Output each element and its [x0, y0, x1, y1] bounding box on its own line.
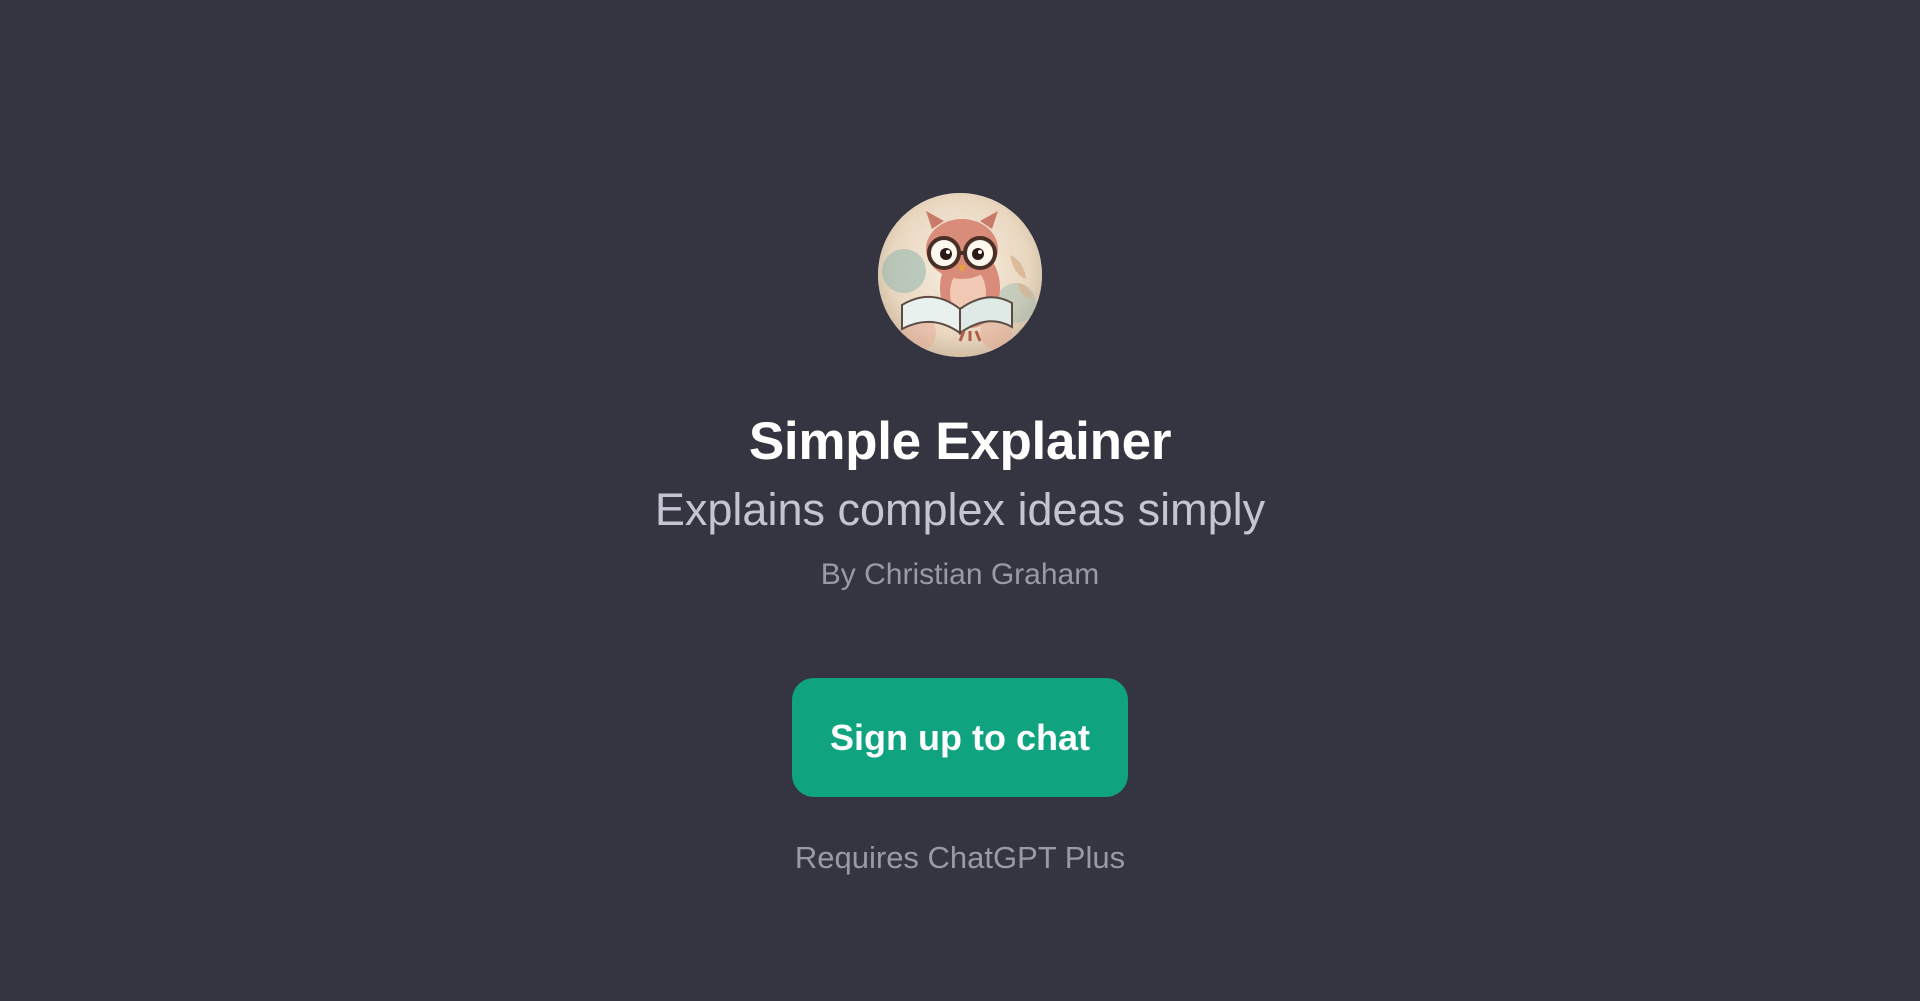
- gpt-profile: Simple Explainer Explains complex ideas …: [0, 0, 1920, 1001]
- gpt-author: By Christian Graham: [820, 558, 1100, 591]
- owl-reading-book-icon: [878, 193, 1042, 357]
- requires-plus-note: Requires ChatGPT Plus: [794, 840, 1126, 875]
- gpt-landing-page: Simple Explainer Explains complex ideas …: [0, 0, 1920, 1001]
- sign-up-to-chat-button[interactable]: Sign up to chat: [792, 678, 1128, 797]
- gpt-title: Simple Explainer: [748, 412, 1172, 471]
- gpt-description: Explains complex ideas simply: [654, 484, 1266, 535]
- gpt-avatar: [878, 193, 1042, 357]
